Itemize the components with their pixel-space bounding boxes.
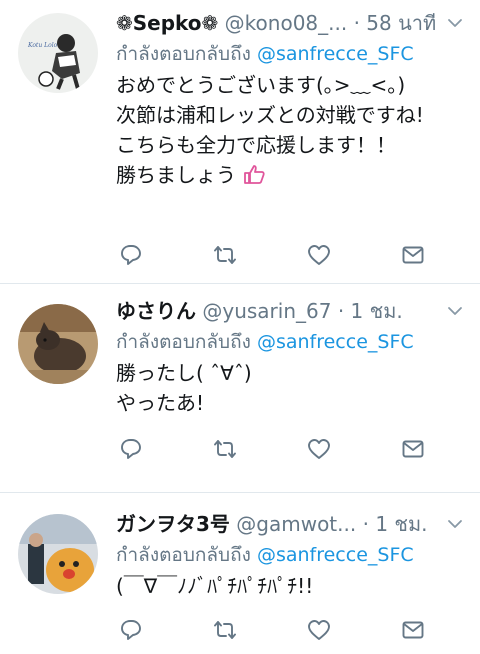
- user-handle[interactable]: @gamwot...: [236, 512, 356, 536]
- tweet-header: ❁Sepko❁ @kono08_... · 58 นาที: [116, 8, 468, 38]
- reply-context: กำลังตอบกลับถึง @sanfrecce_SFC: [116, 40, 468, 68]
- retweet-button[interactable]: [210, 615, 240, 645]
- reply-prefix: กำลังตอบกลับถึง: [116, 43, 251, 65]
- dm-icon: [402, 440, 424, 458]
- avatar-text: Kotu Lolo: [27, 42, 58, 49]
- display-name[interactable]: ガンヲタ3号: [116, 512, 230, 536]
- tweet-line: やったあ!: [116, 391, 205, 415]
- dm-icon: [402, 621, 424, 639]
- retweet-icon: [214, 246, 236, 264]
- reply-context: กำลังตอบกลับถึง @sanfrecce_SFC: [116, 541, 468, 569]
- tweet-text: 勝ったし( ˆ∀ˆ) やったあ!: [116, 358, 468, 418]
- like-icon: [308, 439, 330, 459]
- avatar[interactable]: Kotu Lolo: [18, 13, 98, 93]
- reply-button[interactable]: [116, 615, 146, 645]
- avatar-image: [18, 304, 98, 384]
- separator-dot: ·: [353, 11, 360, 35]
- reply-icon: [121, 245, 141, 265]
- dm-button[interactable]: [398, 615, 428, 645]
- like-button[interactable]: [304, 434, 334, 464]
- tweet[interactable]: ガンヲタ3号 @gamwot... · 1 ชม. กำลังตอบกลับถึ…: [0, 493, 480, 654]
- avatar-image: [18, 514, 98, 594]
- avatar[interactable]: [18, 304, 98, 384]
- thumbs-up-emoji: [244, 165, 265, 184]
- like-icon: [308, 620, 330, 640]
- tweet-line: おめでとうございます(｡>﹏<｡): [116, 73, 406, 97]
- avatar-image: Kotu Lolo: [18, 13, 98, 93]
- dm-icon: [402, 246, 424, 264]
- tweet[interactable]: Kotu Lolo ❁Sepko❁ @kono08_... · 58 นาที …: [0, 0, 480, 284]
- chevron-down-icon[interactable]: [446, 515, 464, 533]
- reply-icon: [121, 620, 141, 640]
- avatar[interactable]: [18, 514, 98, 594]
- tweet-line: 次節は浦和レッズとの対戦ですね!: [116, 103, 424, 127]
- tweet-text: (￣∇￣ﾉﾉﾞﾊﾟﾁﾊﾟﾁﾊﾟﾁ!!: [116, 571, 468, 601]
- retweet-icon: [214, 440, 236, 458]
- chevron-down-icon[interactable]: [446, 302, 464, 320]
- tweet-text: おめでとうございます(｡>﹏<｡) 次節は浦和レッズとの対戦ですね! こちらも全…: [116, 70, 468, 190]
- mention-link[interactable]: @sanfrecce_SFC: [257, 43, 414, 65]
- reply-prefix: กำลังตอบกลับถึง: [116, 544, 251, 566]
- tweet[interactable]: ゆさりん @yusarin_67 · 1 ชม. กำลังตอบกลับถึง…: [0, 284, 480, 493]
- dm-button[interactable]: [398, 434, 428, 464]
- reply-button[interactable]: [116, 434, 146, 464]
- tweet-actions: [116, 434, 426, 464]
- retweet-button[interactable]: [210, 240, 240, 270]
- timestamp[interactable]: 58 นาที: [366, 11, 436, 35]
- tweet-header: ガンヲタ3号 @gamwot... · 1 ชม.: [116, 509, 468, 539]
- reply-icon: [121, 439, 141, 459]
- reply-context: กำลังตอบกลับถึง @sanfrecce_SFC: [116, 328, 468, 356]
- display-name[interactable]: ゆさりん: [116, 299, 196, 323]
- timestamp[interactable]: 1 ชม.: [375, 512, 427, 536]
- like-icon: [308, 245, 330, 265]
- display-name[interactable]: ❁Sepko❁: [116, 11, 218, 35]
- separator-dot: ·: [337, 299, 345, 323]
- user-handle[interactable]: @kono08_...: [225, 11, 348, 35]
- reply-prefix: กำลังตอบกลับถึง: [116, 331, 251, 353]
- like-button[interactable]: [304, 240, 334, 270]
- mention-link[interactable]: @sanfrecce_SFC: [257, 331, 414, 353]
- mention-link[interactable]: @sanfrecce_SFC: [257, 544, 414, 566]
- tweet-actions: [116, 240, 426, 270]
- timestamp[interactable]: 1 ชม.: [351, 299, 403, 323]
- dm-button[interactable]: [398, 240, 428, 270]
- chevron-down-icon[interactable]: [446, 14, 464, 32]
- retweet-button[interactable]: [210, 434, 240, 464]
- tweet-actions: [116, 615, 426, 645]
- tweet-line: こちらも全力で応援します！！: [116, 133, 396, 157]
- tweet-line: (￣∇￣ﾉﾉﾞﾊﾟﾁﾊﾟﾁﾊﾟﾁ!!: [116, 574, 314, 598]
- user-handle[interactable]: @yusarin_67: [202, 299, 331, 323]
- tweet-line: 勝ちましょう: [116, 163, 236, 187]
- like-button[interactable]: [304, 615, 334, 645]
- tweet-line: 勝ったし( ˆ∀ˆ): [116, 361, 252, 385]
- tweet-header: ゆさりん @yusarin_67 · 1 ชม.: [116, 296, 468, 326]
- separator-dot: ·: [362, 512, 369, 536]
- retweet-icon: [214, 621, 236, 639]
- reply-button[interactable]: [116, 240, 146, 270]
